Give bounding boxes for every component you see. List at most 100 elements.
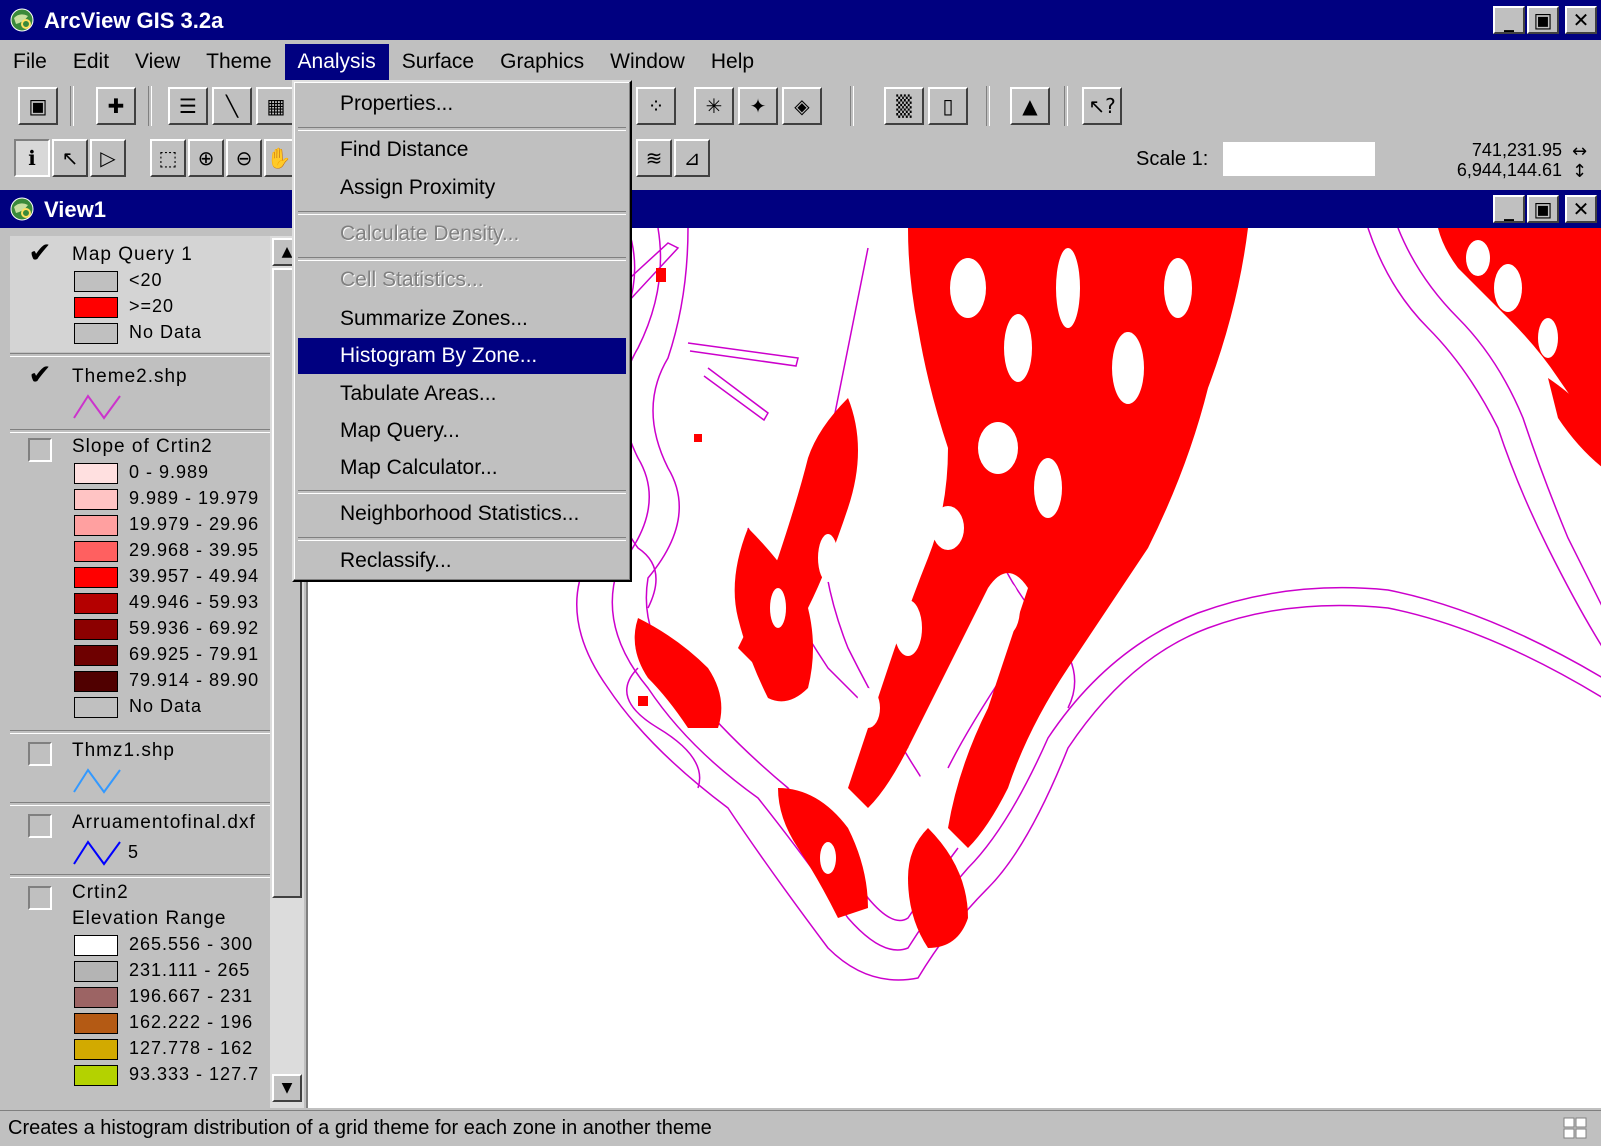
checkmark-icon: ✔ [28,358,52,391]
legend-entry: 162.222 - 196 [72,1010,282,1036]
theme-properties-button[interactable]: ☰ [168,87,208,125]
coord-x: 741,231.95 [1471,140,1562,160]
legend-entry: 231.111 - 265 [72,958,282,984]
zoom-in-fixed-icon: ✳ [705,94,723,118]
vertex-edit-icon: ▷ [100,146,116,170]
close-button[interactable]: ✕ [1565,6,1597,34]
menu-analysis[interactable]: Analysis [284,44,389,80]
select-features-button[interactable]: ▒ [884,87,924,125]
menu-help[interactable]: Help [698,44,767,80]
menu-item-reclassify[interactable]: Reclassify... [298,543,626,579]
view-restore-button[interactable]: ▣ [1527,195,1559,223]
clear-selection-button[interactable]: ▯ [928,87,968,125]
theme-visibility-checkbox[interactable]: ✔ [28,361,52,389]
theme-arruamentofinal-dxf[interactable]: Arruamentofinal.dxf 5 [10,806,280,876]
save-project-button[interactable]: ▣ [18,87,58,125]
floppy-disk-icon: ▣ [28,94,48,118]
app-title: ArcView GIS 3.2a [44,8,224,33]
slope-tool[interactable]: ⊿ [674,139,710,177]
legend-entry: >=20 [72,294,282,320]
menu-item-properties[interactable]: Properties... [298,86,626,122]
arrow-pointer-icon: ↖ [61,146,79,170]
histogram-button[interactable]: ▲ [1010,87,1050,125]
restore-button[interactable]: ▣ [1527,6,1559,34]
coord-axis-icons: ↔ ↕ [1572,142,1587,182]
menu-theme[interactable]: Theme [193,44,284,80]
legend-entry: 93.333 - 127.7 [72,1062,282,1088]
theme-visibility-checkbox[interactable] [28,742,52,766]
theme-name: Crtin2 [72,882,129,903]
checkmark-icon: ✔ [28,236,52,269]
app-title-bar[interactable]: ArcView GIS 3.2a _ ▣ ✕ [0,0,1601,40]
pan-tool[interactable]: ✋ [264,139,294,177]
tool-bar: ℹ ↖ ▷ ⬚ ⊕ ⊖ ✋ ≋ ⊿ Scale 1: 741,231.95 6,… [0,136,1601,184]
theme-visibility-checkbox[interactable] [28,438,52,462]
menu-item-histogram-by-zone[interactable]: Histogram By Zone... [298,338,626,374]
scale-input[interactable] [1223,142,1375,176]
open-table-button[interactable]: ▦ [256,87,296,125]
legend-entry: <20 [72,268,282,294]
table-of-contents[interactable]: ✔ Map Query 1 <20 >=20 No Data ✔ Theme2.… [10,236,305,1108]
zoom-in-tool[interactable]: ⊕ [188,139,224,177]
zoom-in-fixed-button[interactable]: ✳ [694,87,734,125]
legend-entry: 19.979 - 29.96 [72,512,282,538]
zoom-to-selected-button[interactable]: ⁘ [636,87,676,125]
menu-bar: File Edit View Theme Analysis Surface Gr… [0,44,1601,82]
theme-map-query-1[interactable]: ✔ Map Query 1 <20 >=20 No Data [10,236,280,352]
zoom-previous-button[interactable]: ◈ [782,87,822,125]
vertex-edit-tool[interactable]: ▷ [90,139,126,177]
select-features-icon: ▒ [896,94,912,118]
zoom-out-fixed-icon: ✦ [749,94,767,118]
button-bar: ▣ ✚ ☰ ╲ ▦ ⁘ ✳ ✦ ◈ ▒ ▯ ▲ ↖? [0,84,1601,130]
menu-view[interactable]: View [122,44,193,80]
theme-visibility-checkbox[interactable]: ✔ [28,239,52,267]
help-button[interactable]: ↖? [1082,87,1122,125]
theme-visibility-checkbox[interactable] [28,886,52,910]
line-symbol-icon [73,768,121,794]
theme-crtin2[interactable]: Crtin2 Elevation Range 265.556 - 300 231… [10,878,280,1108]
clear-selection-icon: ▯ [942,94,954,118]
edit-legend-button[interactable]: ╲ [212,87,252,125]
menu-item-tabulate-areas[interactable]: Tabulate Areas... [298,376,626,412]
menu-item-neighborhood-statistics[interactable]: Neighborhood Statistics... [298,496,626,532]
legend-entry: 49.946 - 59.93 [72,590,282,616]
zoom-out-fixed-button[interactable]: ✦ [738,87,778,125]
menu-item-assign-proximity[interactable]: Assign Proximity [298,170,626,206]
menu-item-map-calculator[interactable]: Map Calculator... [298,450,626,486]
zoom-previous-icon: ◈ [794,94,810,118]
add-theme-icon: ✚ [107,94,125,118]
theme-thmz1-shp[interactable]: Thmz1.shp [10,734,280,802]
legend-entry: 69.925 - 79.91 [72,642,282,668]
menu-edit[interactable]: Edit [60,44,122,80]
scale-label: Scale 1: [1136,148,1209,170]
hand-icon: ✋ [266,146,292,170]
menu-item-find-distance[interactable]: Find Distance [298,132,626,168]
properties-icon: ☰ [179,94,197,118]
theme-subtitle: Elevation Range [72,908,227,929]
theme-theme2-shp[interactable]: ✔ Theme2.shp [10,358,280,430]
menu-window[interactable]: Window [597,44,698,80]
menu-graphics[interactable]: Graphics [487,44,597,80]
view-title-bar[interactable]: View1 _ ▣ ✕ [0,190,1601,228]
theme-name: Arruamentofinal.dxf [72,812,256,833]
scroll-down-button[interactable]: ▼ [272,1074,302,1102]
theme-visibility-checkbox[interactable] [28,814,52,838]
view-minimize-button[interactable]: _ [1493,195,1525,223]
zoom-out-tool[interactable]: ⊖ [226,139,262,177]
view-globe-icon [10,197,34,221]
contour-tool[interactable]: ≋ [636,139,672,177]
status-bar: Creates a histogram distribution of a gr… [0,1110,1601,1146]
line-symbol-icon [73,394,121,420]
minimize-button[interactable]: _ [1493,6,1525,34]
view-close-button[interactable]: ✕ [1565,195,1597,223]
menu-item-summarize-zones[interactable]: Summarize Zones... [298,301,626,337]
menu-item-map-query[interactable]: Map Query... [298,413,626,449]
theme-slope-of-crtin2[interactable]: Slope of Crtin2 0 - 9.989 9.989 - 19.979… [10,432,280,732]
menu-surface[interactable]: Surface [389,44,487,80]
menu-file[interactable]: File [0,44,60,80]
pointer-tool[interactable]: ↖ [52,139,88,177]
legend-entry: 9.989 - 19.979 [72,486,282,512]
select-feature-tool[interactable]: ⬚ [150,139,186,177]
add-theme-button[interactable]: ✚ [96,87,136,125]
identify-tool[interactable]: ℹ [14,139,50,177]
